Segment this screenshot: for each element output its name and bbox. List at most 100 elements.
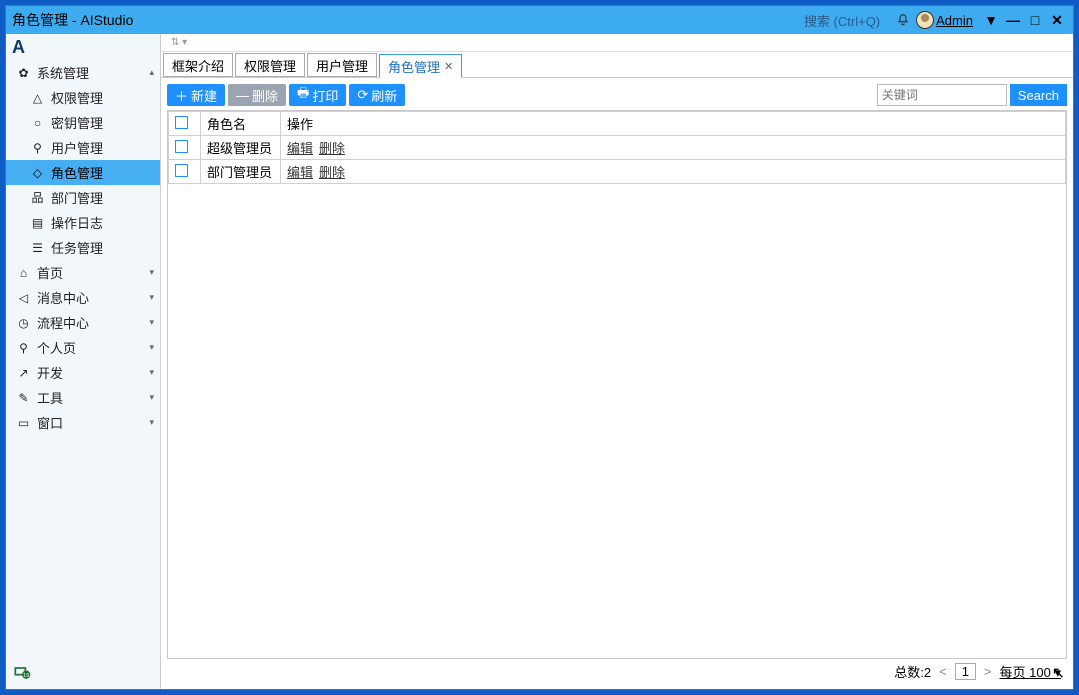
next-page-button[interactable]: > <box>982 664 994 679</box>
nav-item-任务管理[interactable]: ☰ 任务管理 <box>6 235 160 260</box>
refresh-button[interactable]: ⟳ 刷新 <box>349 84 405 106</box>
nav-item-开发[interactable]: ↗ 开发 ▾ <box>6 360 160 385</box>
nav-label: 流程中心 <box>37 313 89 332</box>
tab-label: 框架介绍 <box>172 56 224 75</box>
page-size-selector[interactable]: 每页 100 ▾ <box>1000 662 1061 681</box>
plus-icon: ＋ <box>175 86 188 105</box>
user-name[interactable]: Admin <box>936 13 973 28</box>
close-button[interactable]: ✕ <box>1047 10 1067 30</box>
edit-link[interactable]: 编辑 <box>287 141 313 156</box>
checkbox-icon[interactable] <box>175 140 188 153</box>
select-all-header[interactable] <box>169 112 201 136</box>
role-header: 角色名 <box>201 112 281 136</box>
search-input[interactable] <box>877 84 1007 106</box>
nav-item-流程中心[interactable]: ◷流程中心▾ <box>6 310 160 335</box>
nav-item-密钥管理[interactable]: ○密钥管理 <box>6 110 160 135</box>
nav-label: 工具 <box>37 388 63 407</box>
log-icon: ▤ <box>30 215 45 230</box>
refresh-icon: ⟳ <box>357 87 368 103</box>
home-icon: ⌂ <box>16 265 31 280</box>
person-icon: ⚲ <box>16 340 31 355</box>
tool-icon: ✎ <box>16 390 31 405</box>
content-area: ⇅ ▾ 框架介绍 权限管理 用户管理角色管理✕ ＋ 新建 — 删除 🖶 打印 <box>161 34 1073 689</box>
page-number[interactable]: 1 <box>955 663 976 680</box>
sidebar: A ✿系统管理▴△权限管理○密钥管理⚲用户管理◇角色管理品部门管理▤操作日志☰任… <box>6 34 161 689</box>
checkbox-icon[interactable] <box>175 116 188 129</box>
nav-item-工具[interactable]: ✎工具▾ <box>6 385 160 410</box>
row-checkbox-cell[interactable] <box>169 160 201 184</box>
shield-icon: ◇ <box>30 165 45 180</box>
chevron-icon: ▾ <box>149 367 154 378</box>
tab-权限管理[interactable]: 权限管理 <box>235 53 305 77</box>
tab-用户管理[interactable]: 用户管理 <box>307 53 377 77</box>
delete-link[interactable]: 删除 <box>319 141 345 156</box>
nav-item-系统管理[interactable]: ✿系统管理▴ <box>6 60 160 85</box>
nav-label: 个人页 <box>37 338 76 357</box>
nav-label: 用户管理 <box>51 138 103 157</box>
dev-icon: ↗ <box>16 365 31 380</box>
toolbar: ＋ 新建 — 删除 🖶 打印 ⟳ 刷新 <box>167 84 1067 106</box>
nav-label: 角色管理 <box>51 163 103 182</box>
nav-item-窗口[interactable]: ▭窗口▾ <box>6 410 160 435</box>
tab-label: 用户管理 <box>316 56 368 75</box>
prev-page-button[interactable]: < <box>937 664 949 679</box>
chevron-icon: ▾ <box>149 342 154 353</box>
msg-icon: ◁ <box>16 290 31 305</box>
nav-item-个人页[interactable]: ⚲ 个人页 ▾ <box>6 335 160 360</box>
tab-bar: 框架介绍 权限管理 用户管理角色管理✕ <box>161 52 1073 78</box>
nav-label: 开发 <box>37 363 63 382</box>
delete-link[interactable]: 删除 <box>319 165 345 180</box>
chevron-icon: ▴ <box>149 67 154 78</box>
checkbox-icon[interactable] <box>175 164 188 177</box>
nav-item-首页[interactable]: ⌂ 首页 ▾ <box>6 260 160 285</box>
edit-link[interactable]: 编辑 <box>287 165 313 180</box>
global-search-hint[interactable]: 搜索 (Ctrl+Q) <box>804 11 880 30</box>
refresh-label: 刷新 <box>371 86 397 105</box>
chevron-icon: ▾ <box>149 417 154 428</box>
nav-item-操作日志[interactable]: ▤ 操作日志 <box>6 210 160 235</box>
print-label: 打印 <box>312 86 338 105</box>
nav-label: 权限管理 <box>51 88 103 107</box>
nav-item-消息中心[interactable]: ◁ 消息中心 ▾ <box>6 285 160 310</box>
nav-label: 首页 <box>37 263 63 282</box>
row-checkbox-cell[interactable] <box>169 136 201 160</box>
nav-label: 窗口 <box>37 413 63 432</box>
nav-item-用户管理[interactable]: ⚲用户管理 <box>6 135 160 160</box>
chevron-icon: ▾ <box>149 317 154 328</box>
tab-框架介绍[interactable]: 框架介绍 <box>163 53 233 77</box>
nav-item-权限管理[interactable]: △权限管理 <box>6 85 160 110</box>
app-window: 角色管理 - AIStudio 搜索 (Ctrl+Q) Admin ▼ — □ … <box>5 5 1074 690</box>
nav-label: 任务管理 <box>51 238 103 257</box>
bell-icon[interactable] <box>896 13 910 27</box>
nav-label: 操作日志 <box>51 213 103 232</box>
delete-label: 删除 <box>252 86 278 105</box>
tab-角色管理[interactable]: 角色管理✕ <box>379 54 462 78</box>
maximize-button[interactable]: □ <box>1025 10 1045 30</box>
tab-label: 权限管理 <box>244 56 296 75</box>
print-button[interactable]: 🖶 打印 <box>289 84 346 106</box>
op-cell: 编辑删除 <box>281 136 1066 160</box>
nav-label: 部门管理 <box>51 188 103 207</box>
table-row: 超级管理员编辑删除 <box>169 136 1066 160</box>
search-button[interactable]: Search <box>1010 84 1067 106</box>
print-icon: 🖶 <box>297 84 309 106</box>
delete-button[interactable]: — 删除 <box>228 84 286 106</box>
op-cell: 编辑删除 <box>281 160 1066 184</box>
add-label: 新建 <box>191 86 217 105</box>
task-icon: ☰ <box>30 240 45 255</box>
table-header-row: 角色名 操作 <box>169 112 1066 136</box>
minimize-button[interactable]: — <box>1003 10 1023 30</box>
window-title: 角色管理 - AIStudio <box>12 10 133 30</box>
quick-access-strip: ⇅ ▾ <box>161 34 1073 52</box>
chevron-icon: ▾ <box>149 267 154 278</box>
chevron-icon: ▾ <box>149 292 154 303</box>
avatar[interactable] <box>916 11 934 29</box>
nav-item-角色管理[interactable]: ◇ 角色管理 <box>6 160 160 185</box>
nav-label: 消息中心 <box>37 288 89 307</box>
tab-close-icon[interactable]: ✕ <box>444 60 453 73</box>
nav-item-部门管理[interactable]: 品部门管理 <box>6 185 160 210</box>
dropdown-icon[interactable]: ▼ <box>981 10 1001 30</box>
main-panel: ＋ 新建 — 删除 🖶 打印 ⟳ 刷新 <box>161 78 1073 689</box>
op-header: 操作 <box>281 112 1066 136</box>
add-button[interactable]: ＋ 新建 <box>167 84 225 106</box>
